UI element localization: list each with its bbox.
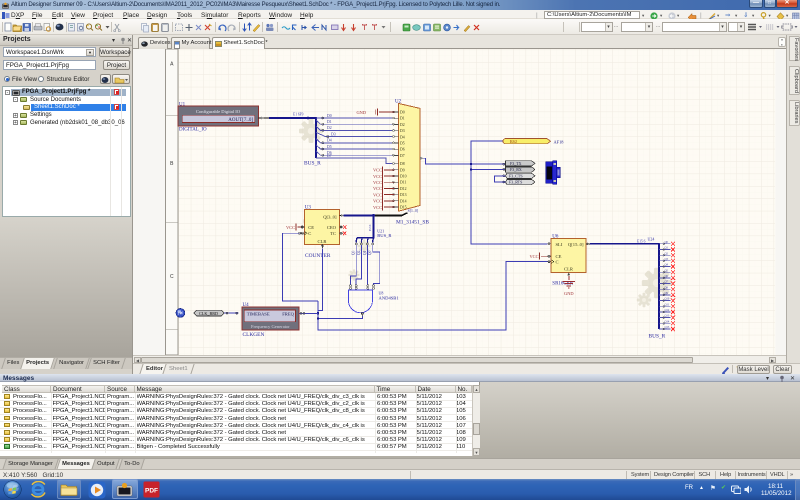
svg-text:Q0: Q0 [368,250,372,255]
svg-text:Frequency Generator: Frequency Generator [251,324,290,329]
svg-text:Q10: Q10 [665,298,670,301]
svg-text:U24: U24 [648,236,655,241]
svg-text:D14: D14 [400,199,407,203]
svg-text:CLKGEN: CLKGEN [243,332,265,338]
svg-text:F3_RTS: F3_RTS [509,180,522,185]
svg-text:D7: D7 [327,154,332,158]
svg-text:Q5: Q5 [665,269,669,272]
svg-text:D2: D2 [327,126,332,130]
svg-text:AOUT[7..0]: AOUT[7..0] [228,118,253,123]
svg-text:Q12: Q12 [665,309,670,312]
svg-text:BUS_R: BUS_R [377,233,392,238]
svg-text:E2.6: E2.6 [368,224,372,231]
svg-text:Q2: Q2 [357,250,361,255]
svg-text:Q15: Q15 [665,326,670,329]
svg-text:D5: D5 [327,145,332,149]
svg-text:Q2: Q2 [665,252,669,255]
svg-text:D9: D9 [400,168,405,172]
svg-text:TC: TC [330,231,336,236]
svg-text:D3: D3 [331,132,336,136]
svg-text:FREQ: FREQ [282,311,294,316]
svg-text:C: C [556,260,559,265]
svg-text:Configurable Digital IO: Configurable Digital IO [196,109,241,114]
svg-text:VCC: VCC [373,180,382,185]
svg-text:GND: GND [356,110,366,115]
svg-text:CLK_BRD: CLK_BRD [199,311,218,316]
svg-text:BUS_R: BUS_R [649,333,666,339]
svg-text:Q[15..0]: Q[15..0] [568,242,584,247]
svg-text:F3_RX: F3_RX [510,167,522,172]
svg-text:D3: D3 [400,129,405,133]
svg-text:Q0: Q0 [665,241,669,244]
svg-text:CLR: CLR [564,266,574,271]
svg-text:M1_31451_SB: M1_31451_SB [396,219,429,225]
svg-text:D6: D6 [400,148,405,152]
svg-text:VCC: VCC [373,192,382,197]
svg-text:RS2: RS2 [510,140,517,144]
svg-text:Q14: Q14 [665,320,670,323]
svg-text:D4: D4 [327,139,332,143]
svg-text:Q9: Q9 [665,292,669,295]
svg-text:DIGITAL_IO: DIGITAL_IO [179,128,207,133]
svg-text:VCC: VCC [529,254,538,259]
svg-text:Q11: Q11 [665,303,670,306]
svg-text:D0: D0 [400,111,405,115]
svg-text:D8: D8 [400,162,405,166]
svg-text:Q3: Q3 [352,250,356,255]
svg-text:AND4SB1: AND4SB1 [379,296,400,301]
svg-text:VCC: VCC [286,225,295,230]
svg-text:Q7: Q7 [665,281,669,284]
svg-text:D12: D12 [400,187,407,191]
svg-text:Q[3..0]: Q[3..0] [323,214,337,219]
svg-text:PDF: PDF [145,488,158,495]
svg-text:SLI: SLI [556,242,563,247]
svg-text:CEO: CEO [327,225,337,230]
svg-text:D1: D1 [400,117,405,121]
svg-text:VCC: VCC [373,199,382,204]
svg-text:BUS_R: BUS_R [304,161,321,167]
svg-text:Q4: Q4 [665,264,669,267]
svg-text:D13: D13 [400,193,407,197]
svg-text:S[1..0]: S[1..0] [408,209,418,213]
svg-text:C: C [170,274,174,280]
svg-text:JW: JW [178,312,184,316]
svg-text:CE: CE [556,254,562,259]
svg-text:Q8: Q8 [665,286,669,289]
svg-text:CE: CE [308,225,314,230]
svg-text:F3_TX: F3_TX [510,161,522,166]
svg-text:D1: D1 [327,120,332,124]
svg-text:Q13: Q13 [665,315,670,318]
svg-text:D11: D11 [400,181,406,185]
svg-text:Q1: Q1 [363,250,367,255]
svg-text:E1 6F9: E1 6F9 [293,113,304,117]
svg-text:D2: D2 [400,123,405,127]
svg-text:F3_CTS: F3_CTS [509,174,523,179]
svg-text:Q6: Q6 [665,275,669,278]
svg-text:D7: D7 [400,154,405,158]
svg-text:D10: D10 [400,175,407,179]
svg-text:VCC: VCC [373,174,382,179]
svg-text:VCC: VCC [373,168,382,173]
svg-text:Q3: Q3 [665,258,669,261]
svg-text:GND: GND [564,291,574,296]
svg-text:Q1: Q1 [665,247,669,250]
svg-text:CLR: CLR [318,239,328,244]
svg-text:AF18: AF18 [554,139,565,144]
svg-text:TIMEBASE: TIMEBASE [247,311,270,316]
svg-text:E15 6: E15 6 [637,240,646,244]
svg-text:D4: D4 [400,135,405,139]
svg-text:VCC: VCC [373,205,382,210]
svg-text:D5: D5 [400,142,405,146]
svg-text:VCC: VCC [373,186,382,191]
svg-text:COUNTER: COUNTER [305,253,331,259]
svg-text:D15: D15 [400,206,407,210]
svg-text:D0: D0 [327,114,332,118]
svg-text:C: C [308,231,311,236]
